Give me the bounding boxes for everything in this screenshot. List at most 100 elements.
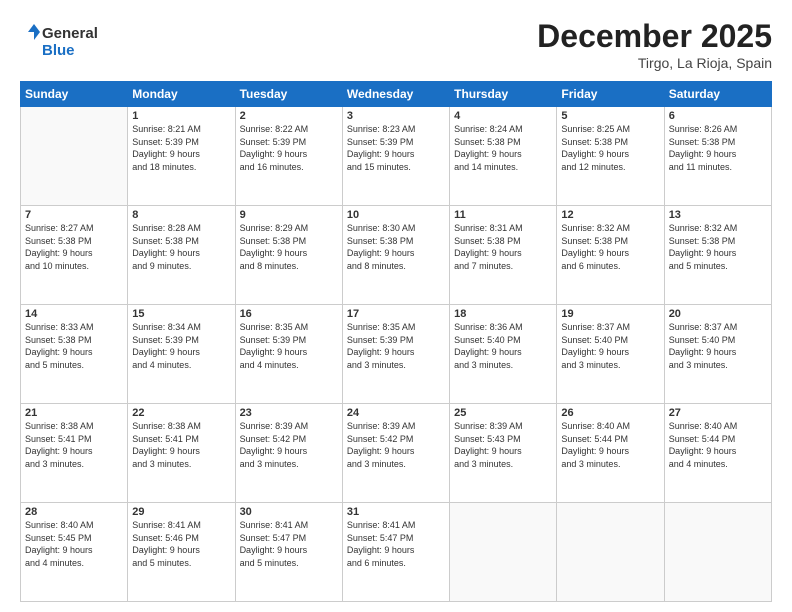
calendar-day-cell: 5Sunrise: 8:25 AM Sunset: 5:38 PM Daylig… <box>557 107 664 206</box>
weekday-header: Sunday <box>21 82 128 107</box>
calendar-day-cell: 29Sunrise: 8:41 AM Sunset: 5:46 PM Dayli… <box>128 503 235 602</box>
calendar-day-cell: 24Sunrise: 8:39 AM Sunset: 5:42 PM Dayli… <box>342 404 449 503</box>
calendar-day-cell <box>664 503 771 602</box>
logo: General Blue <box>20 18 100 62</box>
weekday-header: Wednesday <box>342 82 449 107</box>
day-number: 29 <box>132 506 230 518</box>
header: General Blue December 2025 Tirgo, La Rio… <box>20 18 772 71</box>
day-info: Sunrise: 8:40 AM Sunset: 5:44 PM Dayligh… <box>561 420 659 470</box>
day-number: 13 <box>669 209 767 221</box>
day-number: 16 <box>240 308 338 320</box>
day-info: Sunrise: 8:37 AM Sunset: 5:40 PM Dayligh… <box>669 321 767 371</box>
calendar-day-cell: 1Sunrise: 8:21 AM Sunset: 5:39 PM Daylig… <box>128 107 235 206</box>
day-number: 11 <box>454 209 552 221</box>
weekday-header: Saturday <box>664 82 771 107</box>
svg-text:General: General <box>42 25 98 42</box>
calendar-week-row: 21Sunrise: 8:38 AM Sunset: 5:41 PM Dayli… <box>21 404 772 503</box>
day-info: Sunrise: 8:39 AM Sunset: 5:42 PM Dayligh… <box>240 420 338 470</box>
weekday-header: Friday <box>557 82 664 107</box>
calendar-day-cell: 9Sunrise: 8:29 AM Sunset: 5:38 PM Daylig… <box>235 206 342 305</box>
page: General Blue December 2025 Tirgo, La Rio… <box>0 0 792 612</box>
day-number: 7 <box>25 209 123 221</box>
calendar-day-cell: 17Sunrise: 8:35 AM Sunset: 5:39 PM Dayli… <box>342 305 449 404</box>
calendar-day-cell: 27Sunrise: 8:40 AM Sunset: 5:44 PM Dayli… <box>664 404 771 503</box>
calendar-day-cell: 2Sunrise: 8:22 AM Sunset: 5:39 PM Daylig… <box>235 107 342 206</box>
day-number: 21 <box>25 407 123 419</box>
day-number: 18 <box>454 308 552 320</box>
calendar-week-row: 28Sunrise: 8:40 AM Sunset: 5:45 PM Dayli… <box>21 503 772 602</box>
day-info: Sunrise: 8:21 AM Sunset: 5:39 PM Dayligh… <box>132 123 230 173</box>
day-info: Sunrise: 8:23 AM Sunset: 5:39 PM Dayligh… <box>347 123 445 173</box>
day-number: 23 <box>240 407 338 419</box>
calendar-day-cell: 31Sunrise: 8:41 AM Sunset: 5:47 PM Dayli… <box>342 503 449 602</box>
day-number: 31 <box>347 506 445 518</box>
calendar-week-row: 14Sunrise: 8:33 AM Sunset: 5:38 PM Dayli… <box>21 305 772 404</box>
calendar-day-cell: 23Sunrise: 8:39 AM Sunset: 5:42 PM Dayli… <box>235 404 342 503</box>
day-info: Sunrise: 8:40 AM Sunset: 5:45 PM Dayligh… <box>25 519 123 569</box>
calendar-day-cell: 10Sunrise: 8:30 AM Sunset: 5:38 PM Dayli… <box>342 206 449 305</box>
calendar-day-cell: 4Sunrise: 8:24 AM Sunset: 5:38 PM Daylig… <box>450 107 557 206</box>
logo-icon: General Blue <box>20 18 100 62</box>
day-info: Sunrise: 8:41 AM Sunset: 5:47 PM Dayligh… <box>347 519 445 569</box>
day-number: 3 <box>347 110 445 122</box>
calendar-day-cell: 26Sunrise: 8:40 AM Sunset: 5:44 PM Dayli… <box>557 404 664 503</box>
calendar-day-cell: 8Sunrise: 8:28 AM Sunset: 5:38 PM Daylig… <box>128 206 235 305</box>
day-number: 19 <box>561 308 659 320</box>
day-info: Sunrise: 8:41 AM Sunset: 5:47 PM Dayligh… <box>240 519 338 569</box>
day-number: 26 <box>561 407 659 419</box>
day-number: 22 <box>132 407 230 419</box>
day-info: Sunrise: 8:29 AM Sunset: 5:38 PM Dayligh… <box>240 222 338 272</box>
month-title: December 2025 <box>537 18 772 55</box>
day-info: Sunrise: 8:22 AM Sunset: 5:39 PM Dayligh… <box>240 123 338 173</box>
day-number: 17 <box>347 308 445 320</box>
day-number: 27 <box>669 407 767 419</box>
weekday-header: Thursday <box>450 82 557 107</box>
day-number: 28 <box>25 506 123 518</box>
calendar-day-cell <box>557 503 664 602</box>
calendar-day-cell: 7Sunrise: 8:27 AM Sunset: 5:38 PM Daylig… <box>21 206 128 305</box>
day-number: 5 <box>561 110 659 122</box>
calendar-day-cell: 21Sunrise: 8:38 AM Sunset: 5:41 PM Dayli… <box>21 404 128 503</box>
day-info: Sunrise: 8:39 AM Sunset: 5:42 PM Dayligh… <box>347 420 445 470</box>
day-info: Sunrise: 8:32 AM Sunset: 5:38 PM Dayligh… <box>561 222 659 272</box>
day-number: 24 <box>347 407 445 419</box>
day-info: Sunrise: 8:27 AM Sunset: 5:38 PM Dayligh… <box>25 222 123 272</box>
day-number: 9 <box>240 209 338 221</box>
day-number: 1 <box>132 110 230 122</box>
day-info: Sunrise: 8:41 AM Sunset: 5:46 PM Dayligh… <box>132 519 230 569</box>
calendar-day-cell: 6Sunrise: 8:26 AM Sunset: 5:38 PM Daylig… <box>664 107 771 206</box>
day-number: 4 <box>454 110 552 122</box>
calendar-day-cell: 15Sunrise: 8:34 AM Sunset: 5:39 PM Dayli… <box>128 305 235 404</box>
calendar-day-cell: 18Sunrise: 8:36 AM Sunset: 5:40 PM Dayli… <box>450 305 557 404</box>
day-info: Sunrise: 8:28 AM Sunset: 5:38 PM Dayligh… <box>132 222 230 272</box>
calendar-day-cell <box>450 503 557 602</box>
day-info: Sunrise: 8:38 AM Sunset: 5:41 PM Dayligh… <box>25 420 123 470</box>
calendar-day-cell: 12Sunrise: 8:32 AM Sunset: 5:38 PM Dayli… <box>557 206 664 305</box>
calendar-day-cell: 16Sunrise: 8:35 AM Sunset: 5:39 PM Dayli… <box>235 305 342 404</box>
calendar-day-cell: 28Sunrise: 8:40 AM Sunset: 5:45 PM Dayli… <box>21 503 128 602</box>
day-info: Sunrise: 8:37 AM Sunset: 5:40 PM Dayligh… <box>561 321 659 371</box>
weekday-header: Tuesday <box>235 82 342 107</box>
day-info: Sunrise: 8:40 AM Sunset: 5:44 PM Dayligh… <box>669 420 767 470</box>
day-info: Sunrise: 8:33 AM Sunset: 5:38 PM Dayligh… <box>25 321 123 371</box>
day-info: Sunrise: 8:24 AM Sunset: 5:38 PM Dayligh… <box>454 123 552 173</box>
day-info: Sunrise: 8:25 AM Sunset: 5:38 PM Dayligh… <box>561 123 659 173</box>
day-info: Sunrise: 8:32 AM Sunset: 5:38 PM Dayligh… <box>669 222 767 272</box>
day-number: 20 <box>669 308 767 320</box>
day-number: 8 <box>132 209 230 221</box>
calendar-day-cell: 22Sunrise: 8:38 AM Sunset: 5:41 PM Dayli… <box>128 404 235 503</box>
day-number: 12 <box>561 209 659 221</box>
day-info: Sunrise: 8:38 AM Sunset: 5:41 PM Dayligh… <box>132 420 230 470</box>
day-info: Sunrise: 8:39 AM Sunset: 5:43 PM Dayligh… <box>454 420 552 470</box>
calendar-week-row: 1Sunrise: 8:21 AM Sunset: 5:39 PM Daylig… <box>21 107 772 206</box>
day-number: 25 <box>454 407 552 419</box>
location: Tirgo, La Rioja, Spain <box>537 55 772 71</box>
day-number: 2 <box>240 110 338 122</box>
day-number: 15 <box>132 308 230 320</box>
calendar-day-cell: 20Sunrise: 8:37 AM Sunset: 5:40 PM Dayli… <box>664 305 771 404</box>
calendar-day-cell: 11Sunrise: 8:31 AM Sunset: 5:38 PM Dayli… <box>450 206 557 305</box>
day-info: Sunrise: 8:34 AM Sunset: 5:39 PM Dayligh… <box>132 321 230 371</box>
calendar-table: SundayMondayTuesdayWednesdayThursdayFrid… <box>20 81 772 602</box>
calendar-day-cell <box>21 107 128 206</box>
day-info: Sunrise: 8:30 AM Sunset: 5:38 PM Dayligh… <box>347 222 445 272</box>
